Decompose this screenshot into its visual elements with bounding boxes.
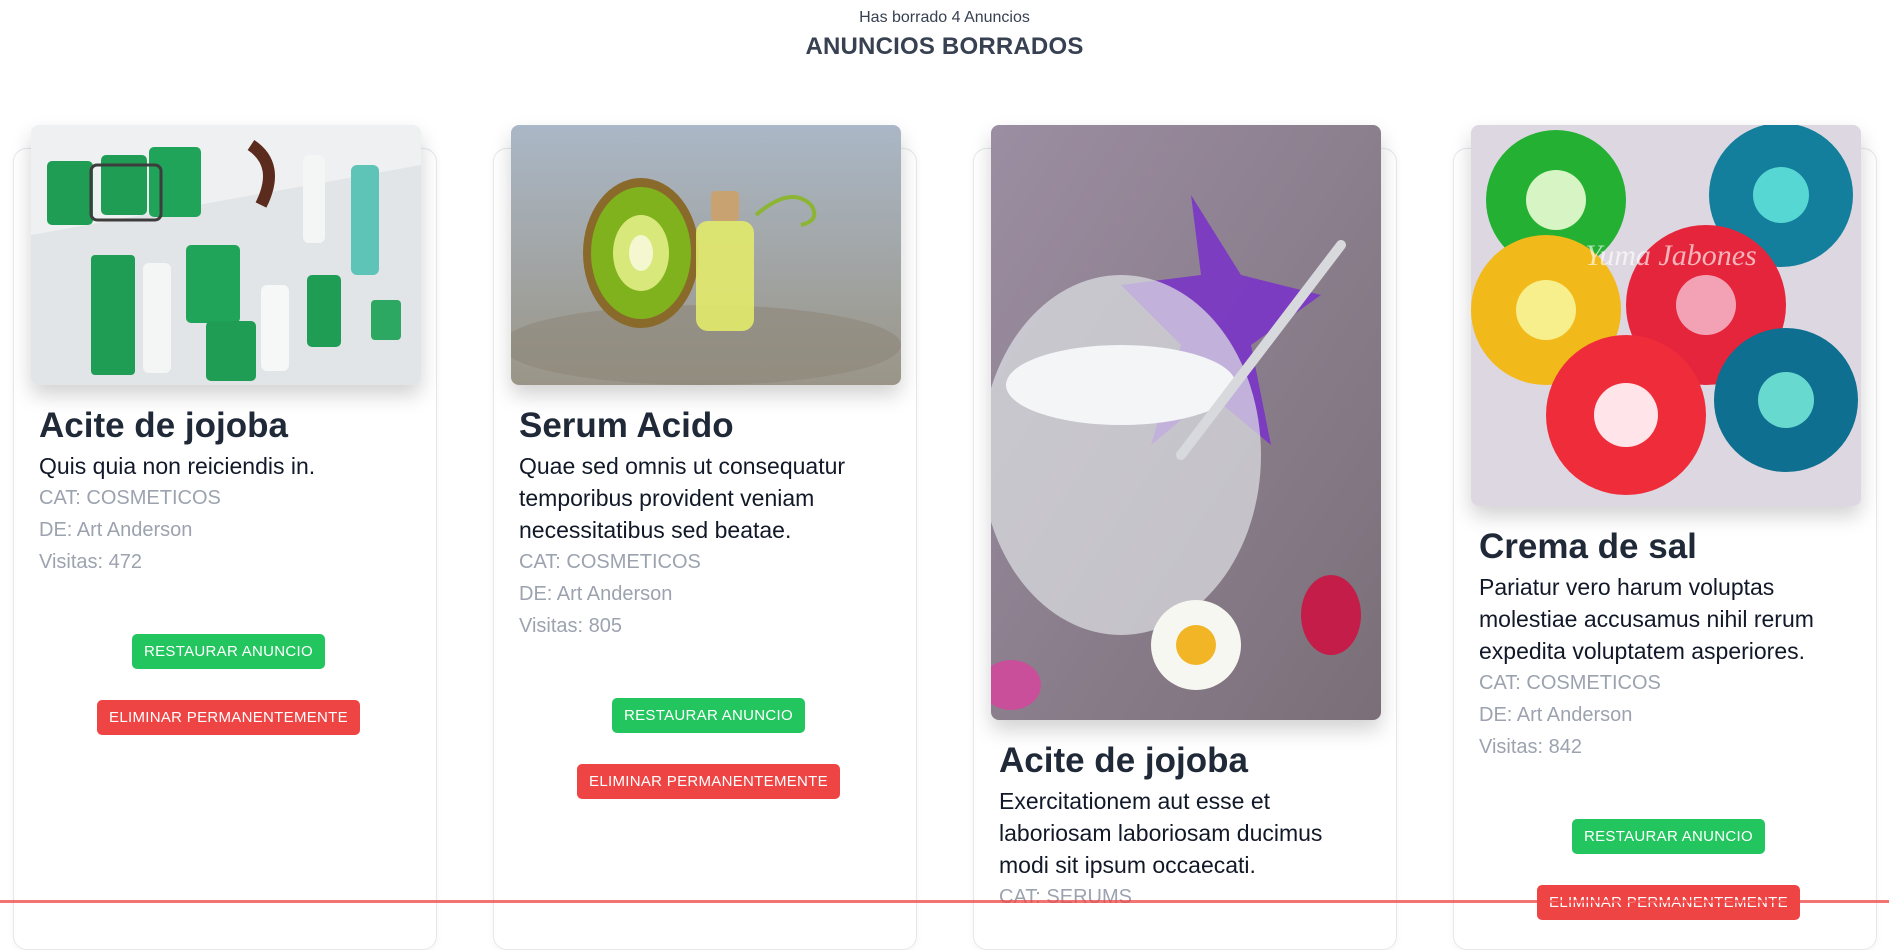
- image-watermark: Yuma Jabones: [1585, 239, 1756, 272]
- ad-description: Quae sed omnis ut consequatur temporibus…: [519, 453, 846, 543]
- ad-card: Serum Acido Quae sed omnis ut consequatu…: [493, 125, 917, 950]
- ad-visits: Visitas: 842: [1479, 736, 1583, 758]
- restore-ad-button[interactable]: RESTAURAR ANUNCIO: [611, 698, 805, 733]
- ad-card: Acite de jojoba Quis quia non reiciendis…: [13, 125, 437, 950]
- ad-author: DE: Art Anderson: [519, 583, 673, 605]
- ad-description: Quis quia non reiciendis in.: [39, 453, 316, 479]
- ad-title: Serum Acido: [519, 406, 734, 445]
- ad-author: DE: Art Anderson: [39, 519, 193, 541]
- ad-description: Pariatur vero harum voluptas molestiae a…: [1479, 574, 1814, 664]
- ad-category: CAT: COSMETICOS: [1479, 672, 1661, 694]
- page-header: Has borrado 4 Anuncios ANUNCIOS BORRADOS: [0, 0, 1889, 61]
- ad-author: DE: Art Anderson: [1479, 704, 1633, 726]
- ad-title: Crema de sal: [1479, 527, 1697, 566]
- ad-category: CAT: COSMETICOS: [39, 487, 221, 509]
- bottom-accent-line: [0, 900, 1889, 903]
- delete-permanently-button[interactable]: ELIMINAR PERMANENTEMENTE: [577, 764, 840, 799]
- ad-description: Exercitationem aut esse et laboriosam la…: [999, 788, 1323, 878]
- ad-image-cream-jar: [991, 125, 1381, 720]
- ad-category: CAT: COSMETICOS: [519, 551, 701, 573]
- ad-image-pet-products: [31, 125, 421, 385]
- ad-card: Acite de jojoba Exercitationem aut esse …: [973, 125, 1397, 950]
- ad-category: CAT: SERUMS: [999, 886, 1132, 908]
- ad-image-soaps: Yuma Jabones: [1471, 125, 1861, 506]
- ad-card: Yuma Jabones Crema de sal Pariatur vero …: [1453, 125, 1877, 950]
- ad-image-kiwi-oil: [511, 125, 901, 385]
- ad-title: Acite de jojoba: [999, 741, 1248, 780]
- restore-ad-button[interactable]: RESTAURAR ANUNCIO: [1571, 819, 1765, 854]
- ad-title: Acite de jojoba: [39, 406, 288, 445]
- ad-visits: Visitas: 805: [519, 615, 623, 637]
- delete-permanently-button[interactable]: ELIMINAR PERMANENTEMENTE: [97, 700, 360, 735]
- ad-visits: Visitas: 472: [39, 551, 143, 573]
- restore-ad-button[interactable]: RESTAURAR ANUNCIO: [131, 634, 325, 669]
- page-title: ANUNCIOS BORRADOS: [805, 33, 1084, 60]
- deleted-count-text: Has borrado 4 Anuncios: [859, 9, 1030, 26]
